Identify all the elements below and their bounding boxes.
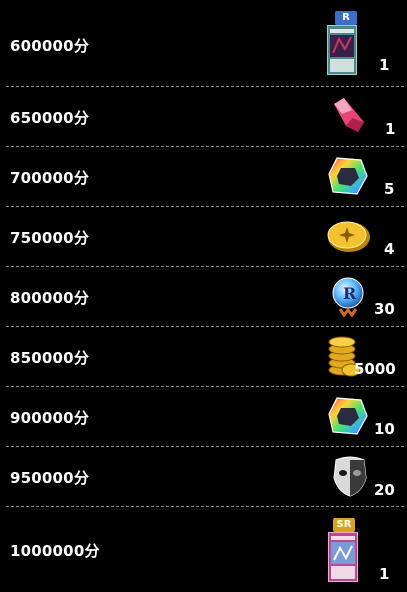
score-label: 900000分: [10, 409, 90, 427]
score-label: 850000分: [10, 349, 90, 367]
reward-row: 900000分 10: [0, 386, 407, 446]
quantity-label: 1: [379, 565, 390, 583]
score-label: 1000000分: [10, 542, 100, 560]
quantity-label: 10: [374, 420, 395, 438]
score-label: 600000分: [10, 37, 90, 55]
score-label: 700000分: [10, 169, 90, 187]
reward-row: 1000000分 SR 1: [0, 506, 407, 592]
card-icon: [328, 532, 358, 586]
reward-row: 700000分 5: [0, 146, 407, 206]
card-icon: [327, 25, 357, 79]
blue-orb-icon: R: [332, 277, 366, 321]
quantity-label: 5000: [354, 360, 396, 378]
rarity-badge: SR: [333, 518, 355, 532]
score-label: 750000分: [10, 229, 90, 247]
reward-row: 650000分 1: [0, 86, 407, 146]
quantity-label: 30: [374, 300, 395, 318]
score-label: 950000分: [10, 469, 90, 487]
crystal-pink-icon: [330, 96, 368, 138]
reward-row: 850000分 5000: [0, 326, 407, 386]
reward-row: 750000分 4: [0, 206, 407, 266]
reward-row: 800000分 R 30: [0, 266, 407, 326]
quantity-label: 5: [384, 180, 395, 198]
svg-text:R: R: [343, 284, 357, 303]
quantity-label: 1: [379, 56, 390, 74]
quantity-label: 20: [374, 481, 395, 499]
reward-row: 600000分 R 1: [0, 0, 407, 86]
score-label: 800000分: [10, 289, 90, 307]
rainbow-gem-icon: [327, 396, 369, 440]
quantity-label: 1: [385, 120, 396, 138]
rainbow-gem-icon: [327, 156, 369, 200]
mask-shield-icon: [330, 456, 370, 502]
quantity-label: 4: [384, 240, 395, 258]
score-label: 650000分: [10, 109, 90, 127]
reward-row: 950000分 20: [0, 446, 407, 506]
gold-coin-icon: [326, 218, 372, 258]
rarity-badge: R: [335, 11, 357, 25]
